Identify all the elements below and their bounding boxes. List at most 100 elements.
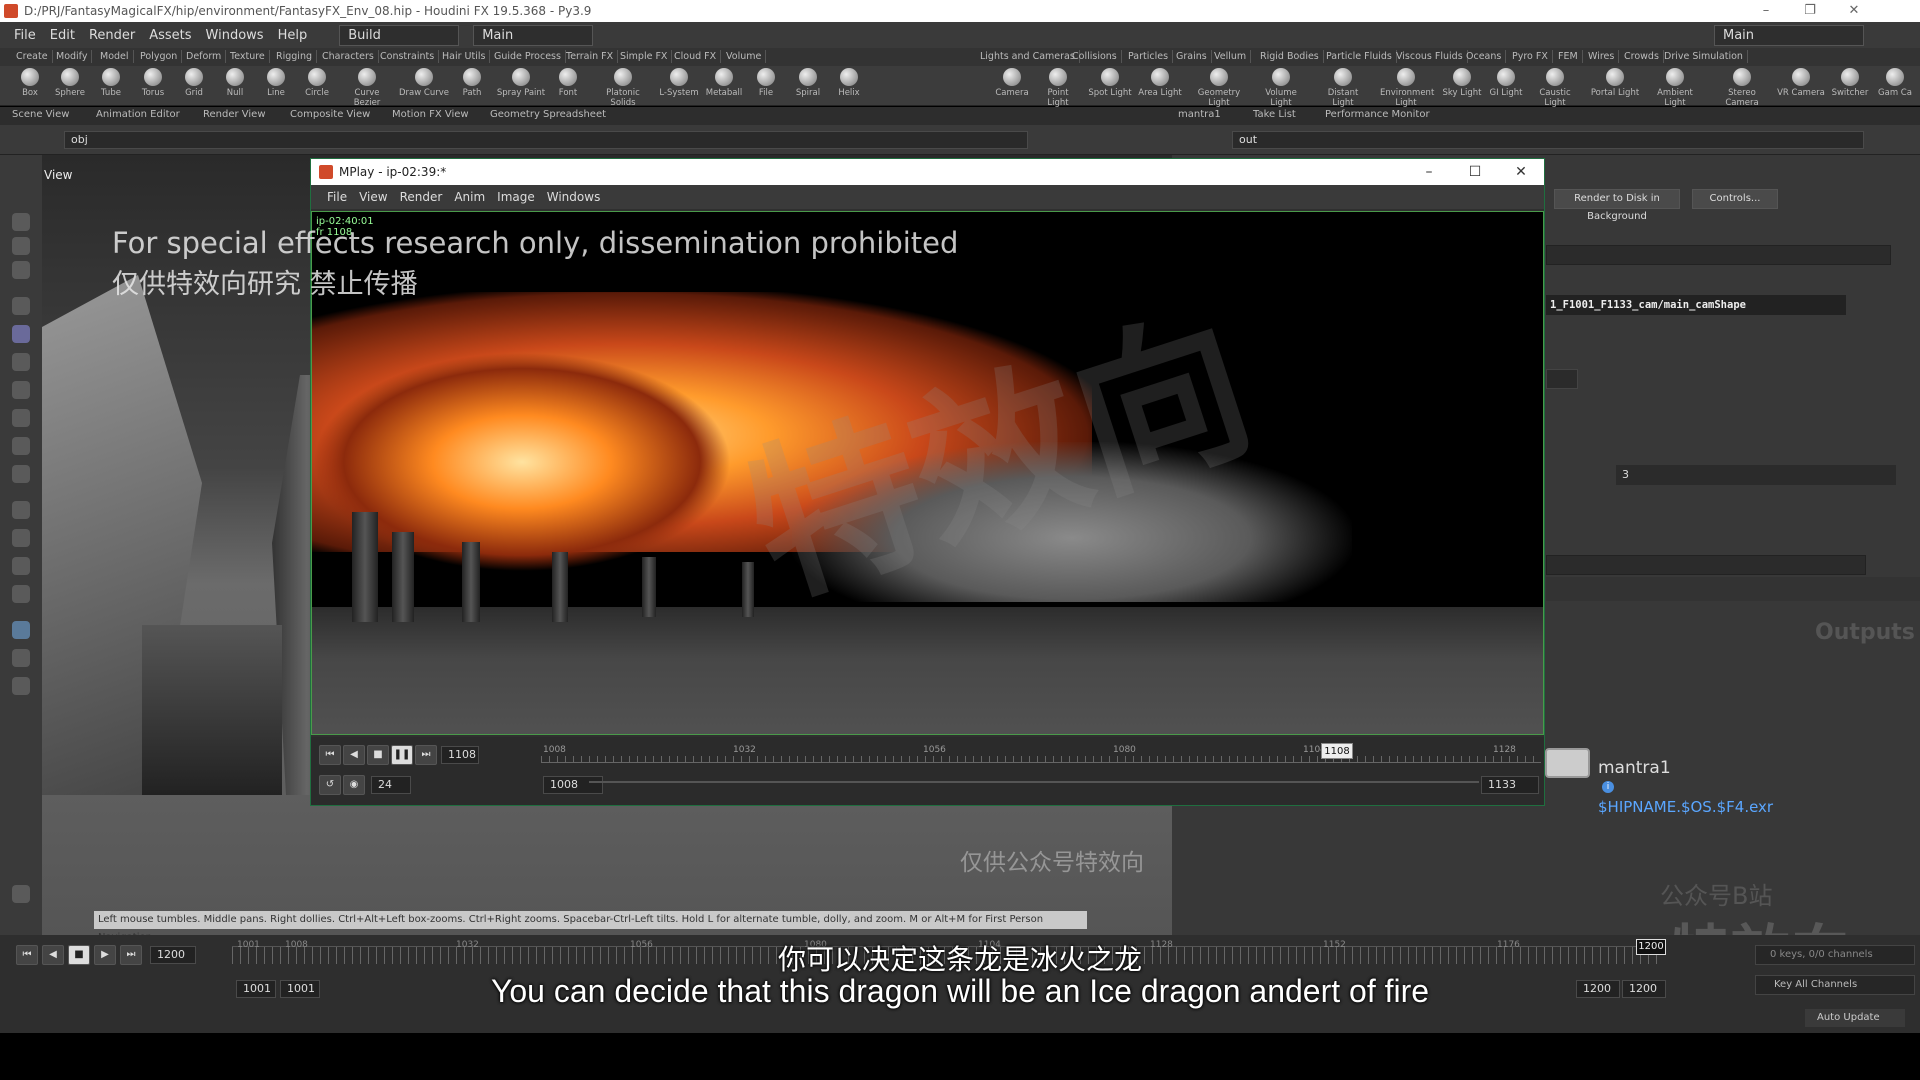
mplay-fps-field[interactable]: 24 bbox=[371, 776, 411, 794]
shelf-tab[interactable]: Modify bbox=[52, 50, 93, 63]
tool-helix[interactable]: Helix bbox=[827, 68, 871, 98]
mplay-step-back-icon[interactable]: ◀ bbox=[343, 745, 365, 765]
shelf-tab[interactable]: Particle Fluids bbox=[1322, 50, 1397, 63]
shelf-tab[interactable]: Crowds bbox=[1620, 50, 1664, 63]
tool-point-light[interactable]: Point Light bbox=[1036, 68, 1080, 108]
mplay-jump-start-icon[interactable]: ⏮ bbox=[319, 745, 341, 765]
tool-area-light[interactable]: Area Light bbox=[1138, 68, 1182, 98]
tool-distant-light[interactable]: Distant Light bbox=[1318, 68, 1368, 108]
tool-path[interactable]: Path bbox=[450, 68, 494, 98]
mplay-stop-icon[interactable]: ■ bbox=[367, 745, 389, 765]
mplay-menu-file[interactable]: File bbox=[327, 190, 347, 204]
move-icon[interactable] bbox=[12, 237, 30, 255]
shelf-tab[interactable]: Viscous Fluids bbox=[1392, 50, 1468, 63]
mplay-menu-render[interactable]: Render bbox=[400, 190, 443, 204]
tab-motion-fx-view[interactable]: Motion FX View bbox=[392, 109, 469, 120]
mplay-jump-end-icon[interactable]: ⏭ bbox=[415, 745, 437, 765]
out-path-field[interactable]: out bbox=[1232, 131, 1864, 149]
tool-volume-light[interactable]: Volume Light bbox=[1256, 68, 1306, 108]
tool-metaball[interactable]: Metaball bbox=[702, 68, 746, 98]
shelf-tab[interactable]: Cloud FX bbox=[670, 50, 722, 63]
tool-sphere[interactable]: Sphere bbox=[48, 68, 92, 98]
tool-circle[interactable]: Circle bbox=[295, 68, 339, 98]
tool-spot-light[interactable]: Spot Light bbox=[1088, 68, 1132, 98]
pointer-icon[interactable] bbox=[12, 297, 30, 315]
tool-gi-light[interactable]: GI Light bbox=[1484, 68, 1528, 98]
tool-switcher[interactable]: Switcher bbox=[1828, 68, 1872, 98]
mplay-realtime-icon[interactable]: ◉ bbox=[343, 775, 365, 795]
tab-performance-monitor[interactable]: Performance Monitor bbox=[1325, 109, 1430, 120]
menu-help[interactable]: Help bbox=[278, 28, 308, 43]
param-dropdown[interactable] bbox=[1546, 369, 1578, 389]
tool-curve-bezier[interactable]: Curve Bezier bbox=[341, 68, 393, 108]
tab-composite-view[interactable]: Composite View bbox=[290, 109, 370, 120]
mplay-timeline-ruler[interactable]: 1008 1032 1056 1080 1104 1128 bbox=[541, 745, 1541, 763]
shelf-tab[interactable]: Particles bbox=[1124, 50, 1174, 63]
viewport-settings-icon[interactable] bbox=[12, 885, 30, 903]
obj-path-field[interactable]: obj bbox=[64, 131, 1028, 149]
menu-file[interactable]: File bbox=[14, 28, 36, 43]
mplay-menu-anim[interactable]: Anim bbox=[454, 190, 485, 204]
shelf-tab[interactable]: Simple FX bbox=[616, 50, 673, 63]
shelf-tab[interactable]: Deform bbox=[182, 50, 227, 63]
desktop-select[interactable]: Build bbox=[339, 24, 460, 46]
lasso-icon[interactable] bbox=[12, 529, 30, 547]
tab-animation-editor[interactable]: Animation Editor bbox=[96, 109, 180, 120]
right-shelf-set-select[interactable]: Main bbox=[1714, 25, 1864, 46]
close-icon[interactable]: ✕ bbox=[1832, 0, 1876, 22]
shelf-tab[interactable]: Polygon bbox=[136, 50, 183, 63]
tool-vr-camera[interactable]: VR Camera bbox=[1776, 68, 1826, 98]
tool-caustic-light[interactable]: Caustic Light bbox=[1530, 68, 1580, 108]
maximize-icon[interactable]: ❐ bbox=[1788, 0, 1832, 22]
tool-geometry-light[interactable]: Geometry Light bbox=[1196, 68, 1242, 108]
shelf-tab[interactable]: Model bbox=[96, 50, 134, 63]
shelf-tab[interactable]: FEM bbox=[1554, 50, 1583, 63]
tool-gamepad-camera[interactable]: Gam Ca bbox=[1874, 68, 1916, 98]
shelf-set-select[interactable]: Main bbox=[473, 24, 594, 46]
shelf-tab[interactable]: Create bbox=[12, 50, 53, 63]
tool-camera[interactable]: Camera bbox=[990, 68, 1034, 98]
tool-spiral[interactable]: Spiral bbox=[786, 68, 830, 98]
camera-tool-icon[interactable] bbox=[12, 649, 30, 667]
shelf-tab[interactable]: Rigid Bodies bbox=[1256, 50, 1324, 63]
shelf-tab[interactable]: Pyro FX bbox=[1508, 50, 1553, 63]
tool-line[interactable]: Line bbox=[254, 68, 298, 98]
render-to-disk-background-button[interactable]: Render to Disk in Background bbox=[1554, 189, 1680, 222]
shelf-tab[interactable]: Wires bbox=[1584, 50, 1620, 63]
menu-assets[interactable]: Assets bbox=[149, 28, 191, 43]
tool-draw-curve[interactable]: Draw Curve bbox=[399, 68, 449, 98]
sculpt-icon[interactable] bbox=[12, 557, 30, 575]
mplay-menu-view[interactable]: View bbox=[359, 190, 387, 204]
menu-edit[interactable]: Edit bbox=[50, 28, 75, 43]
pose-icon[interactable] bbox=[12, 465, 30, 483]
mplay-minimize-icon[interactable]: – bbox=[1406, 159, 1452, 185]
tab-mantra1[interactable]: mantra1 bbox=[1178, 109, 1221, 120]
controls-button[interactable]: Controls... bbox=[1692, 189, 1778, 209]
handle-icon[interactable] bbox=[12, 261, 30, 279]
shelf-tab[interactable]: Characters bbox=[318, 50, 379, 63]
mplay-loop-icon[interactable]: ↺ bbox=[319, 775, 341, 795]
select-icon[interactable] bbox=[12, 213, 30, 231]
shelf-tab[interactable]: Texture bbox=[226, 50, 270, 63]
shelf-tab[interactable]: Vellum bbox=[1210, 50, 1252, 63]
tool-box[interactable]: Box bbox=[8, 68, 52, 98]
shelf-tab[interactable]: Rigging bbox=[272, 50, 317, 63]
info-icon[interactable]: i bbox=[1602, 781, 1614, 793]
light-tool-icon[interactable] bbox=[12, 677, 30, 695]
mplay-menu-windows[interactable]: Windows bbox=[547, 190, 601, 204]
tool-torus[interactable]: Torus bbox=[131, 68, 175, 98]
menu-render[interactable]: Render bbox=[89, 28, 135, 43]
lock-icon[interactable] bbox=[12, 325, 30, 343]
mplay-frame-field[interactable]: 1108 bbox=[441, 746, 479, 764]
view-icon[interactable] bbox=[12, 621, 30, 639]
minimize-icon[interactable]: – bbox=[1744, 0, 1788, 22]
brush-icon[interactable] bbox=[12, 353, 30, 371]
tool-tube[interactable]: Tube bbox=[89, 68, 133, 98]
tool-sky-light[interactable]: Sky Light bbox=[1440, 68, 1484, 98]
shelf-tab[interactable]: Volume bbox=[722, 50, 767, 63]
tool-file[interactable]: File bbox=[744, 68, 788, 98]
mplay-maximize-icon[interactable]: ☐ bbox=[1452, 159, 1498, 185]
tool-environment-light[interactable]: Environment Light bbox=[1380, 68, 1434, 108]
tab-scene-view[interactable]: Scene View bbox=[12, 109, 69, 120]
shelf-tab[interactable]: Oceans bbox=[1462, 50, 1507, 63]
